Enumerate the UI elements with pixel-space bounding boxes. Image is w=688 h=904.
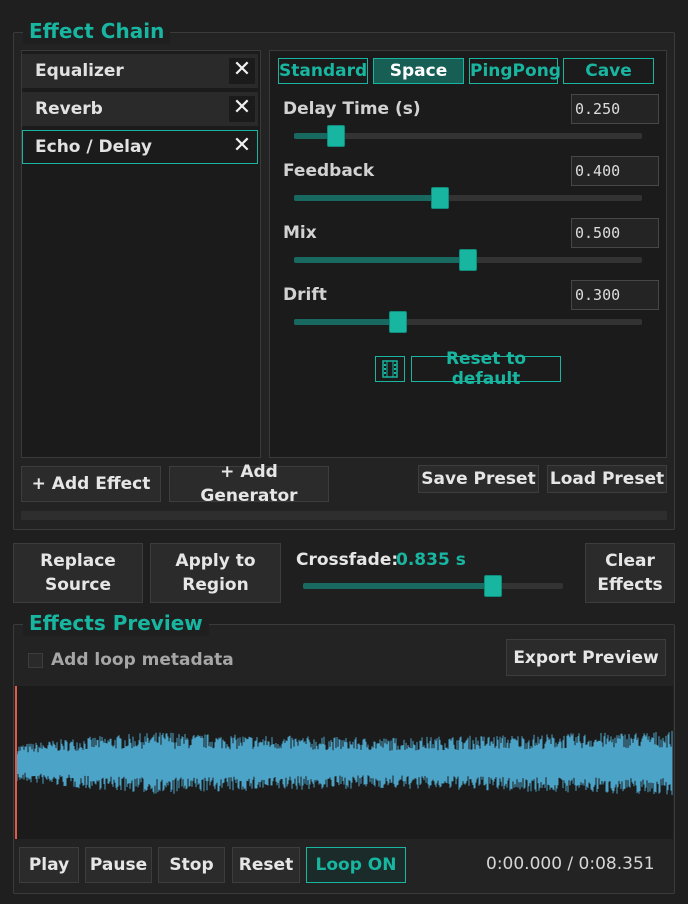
slider-fill [294, 319, 399, 325]
mix-slider[interactable] [294, 249, 642, 271]
delay-time-slider[interactable] [294, 125, 642, 147]
effect-item-reverb[interactable]: Reverb ✕ [22, 92, 258, 126]
clear-effects-line2: Effects [597, 575, 663, 595]
effect-item-label: Reverb [35, 99, 103, 119]
remove-effect-button[interactable]: ✕ [229, 134, 255, 160]
reset-to-default-button[interactable]: Reset to default [411, 349, 561, 389]
add-effect-button[interactable]: + Add Effect [21, 466, 161, 502]
effect-list[interactable]: Equalizer ✕ Reverb ✕ Echo / Delay ✕ [21, 50, 261, 458]
save-preset-button[interactable]: Save Preset [418, 465, 539, 493]
preset-tab-space[interactable]: Space [373, 58, 464, 84]
slider-thumb[interactable] [483, 575, 502, 597]
replace-source-line1: Replace [40, 551, 116, 571]
apply-region-line2: Region [182, 575, 249, 595]
slider-thumb[interactable] [326, 125, 345, 147]
slider-fill [303, 583, 493, 589]
horizontal-scrollbar[interactable] [21, 511, 667, 520]
export-preview-button[interactable]: Export Preview [506, 639, 666, 676]
effect-item-label: Equalizer [35, 61, 124, 81]
waveform-path [16, 730, 673, 795]
param-label-mix: Mix [283, 223, 317, 243]
preset-tab-cave[interactable]: Cave [563, 58, 654, 84]
effect-params-panel: Standard Space PingPong Cave Delay Time … [269, 50, 667, 458]
effect-item-echo-delay[interactable]: Echo / Delay ✕ [22, 130, 258, 164]
time-display: 0:00.000 / 0:08.351 [486, 854, 655, 874]
loop-metadata-label[interactable]: Add loop metadata [51, 650, 234, 670]
effect-chain-title: Effect Chain [23, 18, 171, 44]
remove-effect-button[interactable]: ✕ [229, 96, 255, 122]
param-value-delay-time[interactable]: 0.250 [571, 94, 659, 124]
play-button[interactable]: Play [19, 847, 79, 883]
apply-region-line1: Apply to [175, 551, 256, 571]
remove-effect-button[interactable]: ✕ [229, 58, 255, 84]
clear-effects-line1: Clear [605, 551, 655, 571]
preset-tab-standard[interactable]: Standard [278, 58, 368, 84]
reset-button[interactable]: Reset [232, 847, 300, 883]
loop-toggle-button[interactable]: Loop ON [306, 847, 406, 883]
crossfade-value: 0.835 s [396, 550, 466, 570]
stop-button[interactable]: Stop [158, 847, 225, 883]
crossfade-label: Crossfade: [296, 550, 399, 570]
param-label-delay-time: Delay Time (s) [283, 99, 421, 119]
loop-metadata-checkbox[interactable] [28, 653, 43, 668]
preset-tab-pingpong[interactable]: PingPong [469, 58, 561, 84]
pause-button[interactable]: Pause [85, 847, 152, 883]
film-icon[interactable] [375, 356, 405, 382]
film-icon-glyph [382, 360, 398, 378]
add-generator-button[interactable]: + Add Generator [169, 462, 329, 506]
effect-item-label: Echo / Delay [35, 137, 153, 157]
slider-thumb[interactable] [389, 311, 408, 333]
waveform-view[interactable] [15, 686, 673, 839]
param-value-feedback[interactable]: 0.400 [571, 156, 659, 186]
effect-item-equalizer[interactable]: Equalizer ✕ [22, 54, 258, 88]
replace-source-line2: Source [44, 575, 112, 595]
effects-preview-title: Effects Preview [23, 610, 209, 636]
slider-fill [294, 257, 468, 263]
waveform-graphic [15, 686, 673, 839]
clear-effects-button[interactable]: Clear Effects [585, 543, 675, 603]
param-value-drift[interactable]: 0.300 [571, 280, 659, 310]
slider-thumb[interactable] [431, 187, 450, 209]
param-label-feedback: Feedback [283, 161, 375, 181]
load-preset-button[interactable]: Load Preset [547, 465, 667, 493]
slider-thumb[interactable] [459, 249, 477, 271]
apply-to-region-button[interactable]: Apply to Region [150, 543, 281, 603]
drift-slider[interactable] [294, 311, 642, 333]
param-label-drift: Drift [283, 285, 327, 305]
slider-fill [294, 195, 441, 201]
crossfade-slider[interactable] [303, 575, 563, 597]
feedback-slider[interactable] [294, 187, 642, 209]
replace-source-button[interactable]: Replace Source [13, 543, 143, 603]
param-value-mix[interactable]: 0.500 [571, 218, 659, 248]
